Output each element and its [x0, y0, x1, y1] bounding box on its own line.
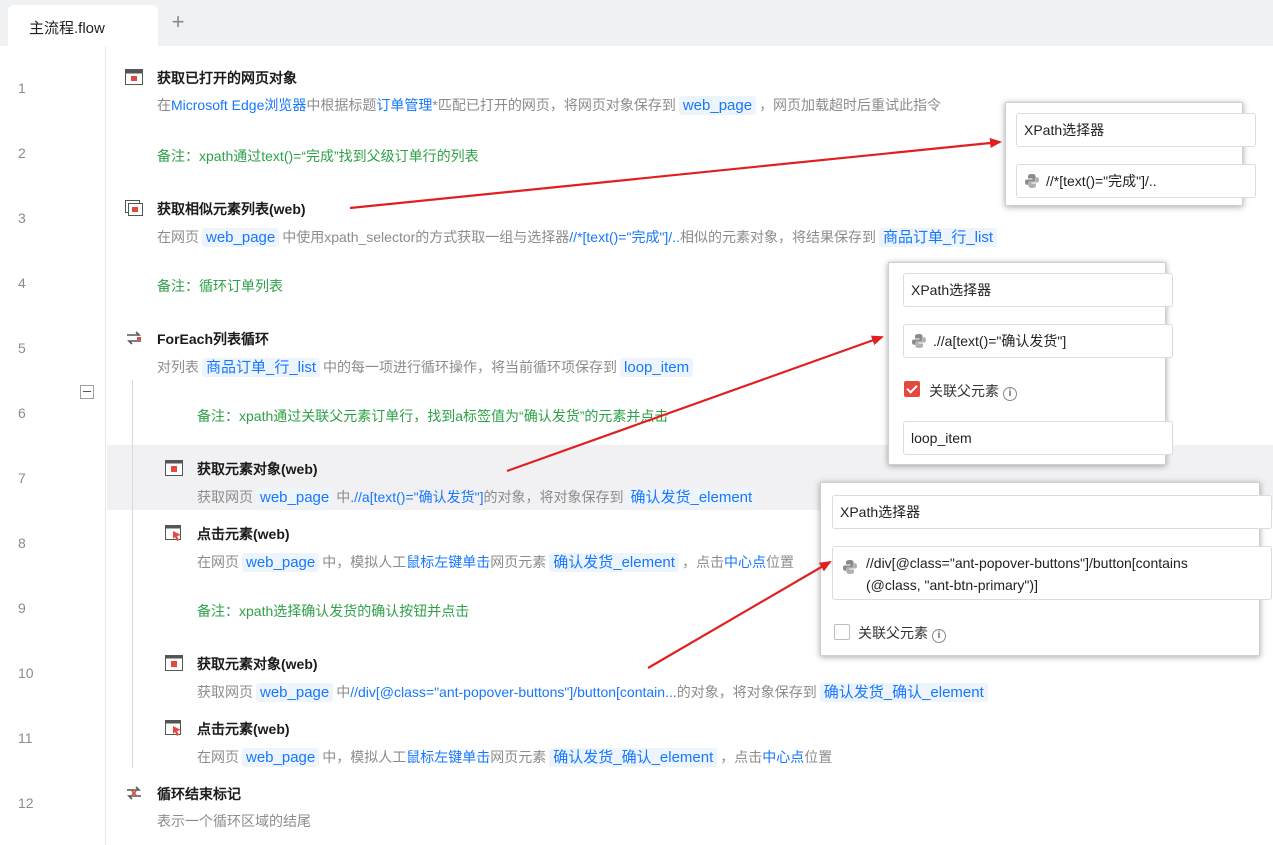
annotation-arrows: [349, 138, 1002, 669]
arrow-to-popup-2: [506, 335, 884, 473]
arrow-to-popup-3: [647, 560, 832, 669]
arrow-to-popup-1: [349, 138, 1002, 210]
